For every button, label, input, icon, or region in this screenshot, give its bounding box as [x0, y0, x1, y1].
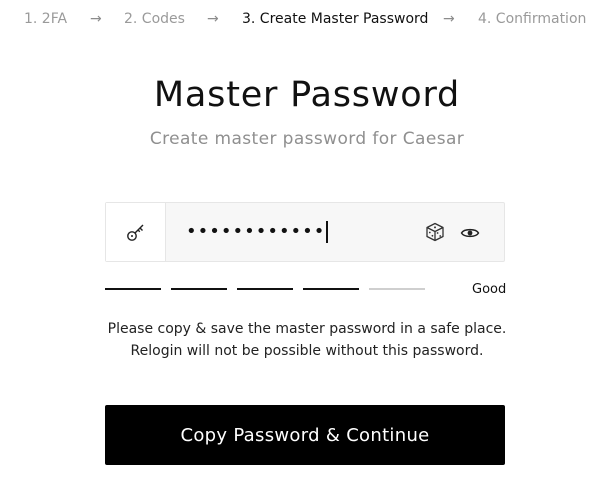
strength-segment — [171, 288, 227, 290]
step-arrow: → — [443, 11, 455, 27]
master-password-field: •••••••••••• — [105, 202, 505, 262]
notice-line-1: Please copy & save the master password i… — [107, 321, 507, 337]
step-arrow: → — [207, 11, 219, 27]
step-codes: 2. Codes — [124, 11, 185, 27]
key-icon-cell — [106, 203, 166, 261]
dice-icon — [426, 222, 444, 242]
strength-segment — [369, 288, 425, 290]
strength-segment — [237, 288, 293, 290]
toggle-visibility-button[interactable] — [459, 222, 481, 244]
strength-segment — [303, 288, 359, 290]
password-strength-meter — [105, 288, 505, 291]
page-title: Master Password — [153, 75, 461, 115]
step-arrow: → — [90, 11, 102, 27]
eye-icon — [460, 228, 480, 238]
notice-line-2: Relogin will not be possible without thi… — [130, 343, 484, 359]
generate-password-button[interactable] — [424, 221, 446, 243]
step-2fa: 1. 2FA — [24, 11, 68, 27]
key-icon — [126, 224, 143, 241]
stepper: 1. 2FA → 2. Codes → 3. Create Master Pas… — [0, 10, 614, 28]
strength-label: Good — [472, 282, 507, 297]
password-value: •••••••••••• — [186, 221, 328, 243]
strength-segment — [105, 288, 161, 290]
step-create-master-password: 3. Create Master Password — [242, 11, 429, 27]
step-confirmation: 4. Confirmation — [478, 11, 587, 27]
save-password-notice: Please copy & save the master password i… — [0, 318, 614, 362]
text-caret — [326, 221, 328, 243]
copy-password-continue-button[interactable]: Copy Password & Continue — [105, 405, 505, 465]
password-input[interactable]: •••••••••••• — [166, 203, 504, 261]
page-subtitle: Create master password for Caesar — [149, 129, 465, 149]
